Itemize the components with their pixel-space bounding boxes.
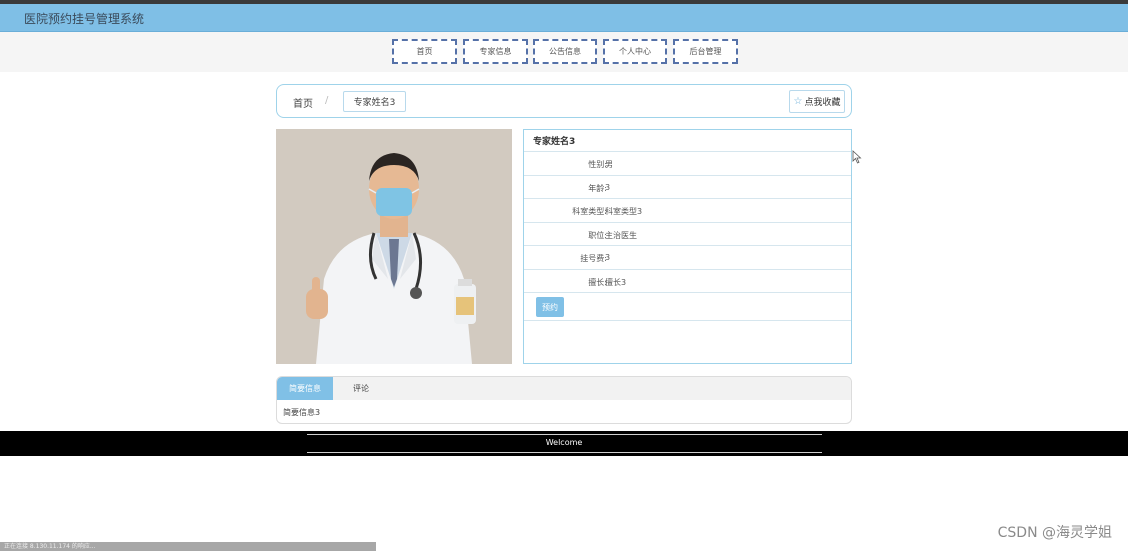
field-label: 挂号费:: [580, 254, 607, 263]
breadcrumb-current: 专家姓名3: [343, 91, 406, 112]
info-row-gender: 性别: 男: [524, 152, 851, 176]
breadcrumb: 首页 / 专家姓名3 ☆ 点我收藏: [276, 84, 852, 118]
field-value: 擅长3: [605, 277, 627, 287]
tab-intro[interactable]: 简要信息: [277, 377, 333, 400]
book-row: 预约: [524, 293, 851, 321]
info-row-age: 年龄: 3: [524, 176, 851, 199]
book-button[interactable]: 预约: [536, 297, 564, 317]
favorite-button[interactable]: ☆ 点我收藏: [789, 90, 845, 113]
footer-text: Welcome: [545, 438, 583, 447]
info-row-fee: 挂号费: 3: [524, 246, 851, 270]
field-value: 3: [605, 253, 611, 262]
nav-item-notices[interactable]: 公告信息: [533, 39, 597, 64]
doctor-photo: [276, 129, 512, 364]
nav-item-experts[interactable]: 专家信息: [463, 39, 528, 64]
footer-divider-top: [307, 434, 822, 435]
browser-status-bar: 正在连接 8.130.11.174 的响应...: [0, 542, 376, 551]
info-row-department: 科室类型: 科室类型3: [524, 199, 851, 223]
tab-strip: 简要信息 评论: [277, 377, 851, 400]
info-row-position: 职位: 主治医生: [524, 223, 851, 246]
tab-comments[interactable]: 评论: [353, 383, 369, 394]
site-title: 医院预约挂号管理系统: [24, 12, 145, 26]
tab-content: 简要信息3: [283, 408, 321, 417]
mouse-cursor-icon: [852, 150, 862, 164]
star-outline-icon: ☆: [793, 96, 803, 107]
nav-item-admin[interactable]: 后台管理: [673, 39, 738, 64]
breadcrumb-separator: /: [325, 95, 329, 106]
footer: Welcome: [0, 431, 1128, 456]
expert-name: 专家姓名3: [524, 130, 851, 152]
field-label: 科室类型:: [572, 207, 607, 216]
field-value: 男: [605, 160, 613, 169]
detail-tabs: 简要信息 评论 简要信息3: [276, 376, 852, 424]
favorite-button-label: 点我收藏: [804, 98, 841, 108]
csdn-watermark: CSDN @海灵学姐: [997, 525, 1112, 541]
footer-divider-bottom: [307, 452, 822, 453]
site-header: 医院预约挂号管理系统: [0, 4, 1128, 32]
breadcrumb-home-link[interactable]: 首页: [293, 95, 313, 110]
field-value: 科室类型3: [605, 207, 643, 216]
field-value: 主治医生: [605, 230, 637, 240]
nav-item-home[interactable]: 首页: [392, 39, 457, 64]
expert-info-panel: 专家姓名3 性别: 男 年龄: 3 科室类型: 科室类型3 职位: 主治医生 挂…: [523, 129, 852, 364]
nav-item-profile[interactable]: 个人中心: [603, 39, 667, 64]
field-value: 3: [605, 182, 611, 192]
main-nav: 首页 专家信息 公告信息 个人中心 后台管理: [0, 32, 1128, 72]
info-row-specialty: 擅长: 擅长3: [524, 270, 851, 293]
